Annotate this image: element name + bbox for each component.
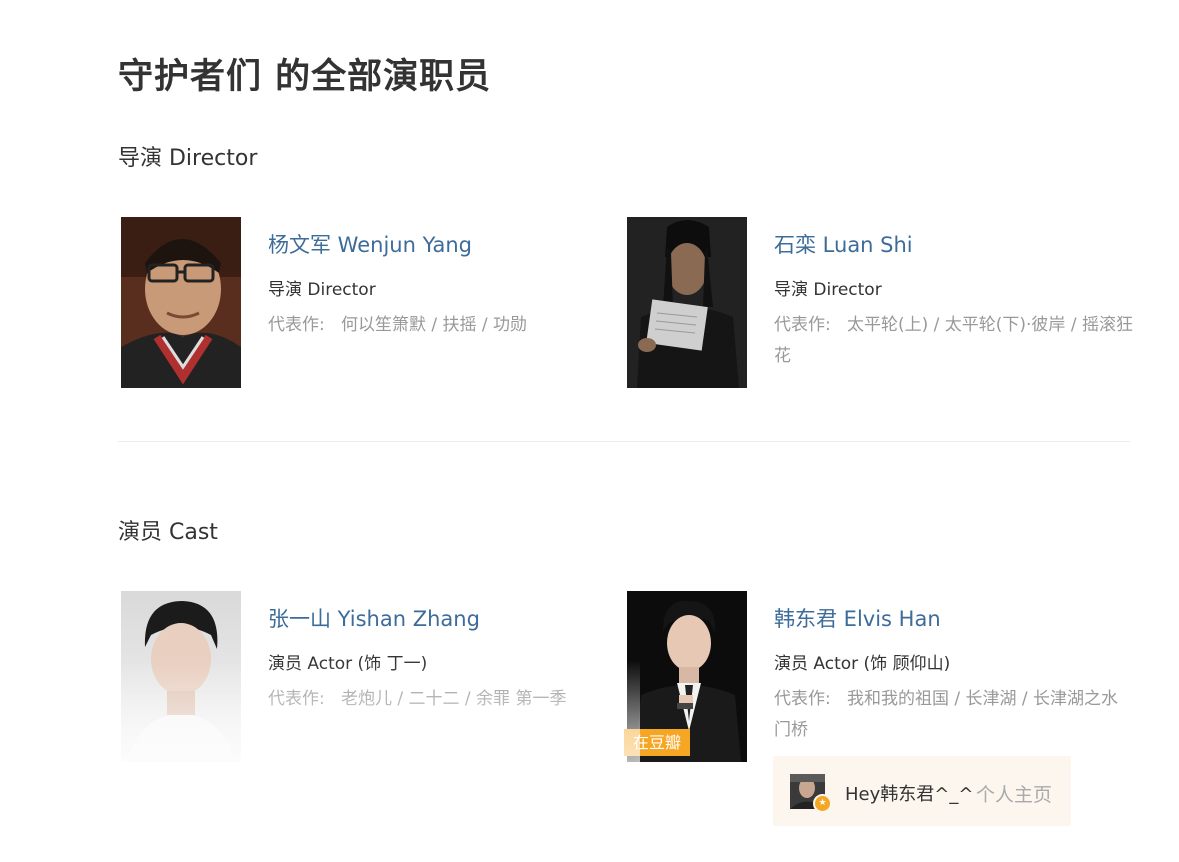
page-title: 守护者们 的全部演职员 — [118, 57, 492, 97]
person-name-link[interactable]: 张一山 Yishan Zhang — [268, 603, 480, 633]
person-name-link[interactable]: 杨文军 Wenjun Yang — [268, 229, 472, 259]
representative-works: 代表作: 老炮儿 / 二十二 / 余罪 第一季 — [268, 689, 567, 709]
work-link[interactable]: 长津湖 — [966, 689, 1017, 709]
work-link[interactable]: 我和我的祖国 — [847, 689, 949, 709]
person-role: 导演 Director — [268, 280, 376, 300]
work-link[interactable]: 老炮儿 — [341, 689, 392, 709]
popup-greeting: Hey韩东君^_^ — [845, 784, 974, 805]
work-link[interactable]: 何以笙箫默 — [341, 315, 426, 335]
works-label: 代表作: — [774, 315, 831, 335]
works-label: 代表作: — [774, 689, 831, 709]
person-role: 导演 Director — [774, 280, 882, 300]
douban-badge: 在豆瓣 — [624, 729, 690, 756]
work-link[interactable]: 功勋 — [493, 315, 527, 335]
representative-works: 代表作: 我和我的祖国 / 长津湖 / 长津湖之水门桥 — [774, 689, 1119, 740]
work-link[interactable]: 太平轮(下)·彼岸 — [945, 315, 1066, 335]
work-link[interactable]: 余罪 第一季 — [476, 689, 566, 709]
person-role: 演员 Actor (饰 丁一) — [268, 654, 428, 674]
work-link[interactable]: 扶摇 — [443, 315, 477, 335]
person-name-link[interactable]: 韩东君 Elvis Han — [774, 603, 941, 633]
section-title-director: 导演 Director — [118, 146, 258, 171]
works-label: 代表作: — [268, 689, 325, 709]
section-divider — [118, 441, 1130, 442]
director-photo-luan-shi[interactable] — [627, 217, 747, 388]
representative-works: 代表作: 何以笙箫默 / 扶摇 / 功勋 — [268, 315, 528, 335]
person-name-link[interactable]: 石栾 Luan Shi — [774, 229, 913, 259]
section-title-cast: 演员 Cast — [118, 520, 218, 545]
director-photo-wenjun-yang[interactable] — [121, 217, 241, 388]
person-role: 演员 Actor (饰 顾仰山) — [774, 654, 951, 674]
star-icon: ★ — [813, 794, 832, 813]
personal-homepage-link[interactable]: 个人主页 — [976, 780, 1052, 807]
work-link[interactable]: 二十二 — [409, 689, 460, 709]
user-popup: ★ Hey韩东君^_^ 个人主页 — [773, 756, 1071, 826]
representative-works: 代表作: 太平轮(上) / 太平轮(下)·彼岸 / 摇滚狂花 — [774, 315, 1133, 366]
works-label: 代表作: — [268, 315, 325, 335]
cast-photo-yishan-zhang[interactable] — [121, 591, 241, 762]
work-link[interactable]: 太平轮(上) — [847, 315, 928, 335]
